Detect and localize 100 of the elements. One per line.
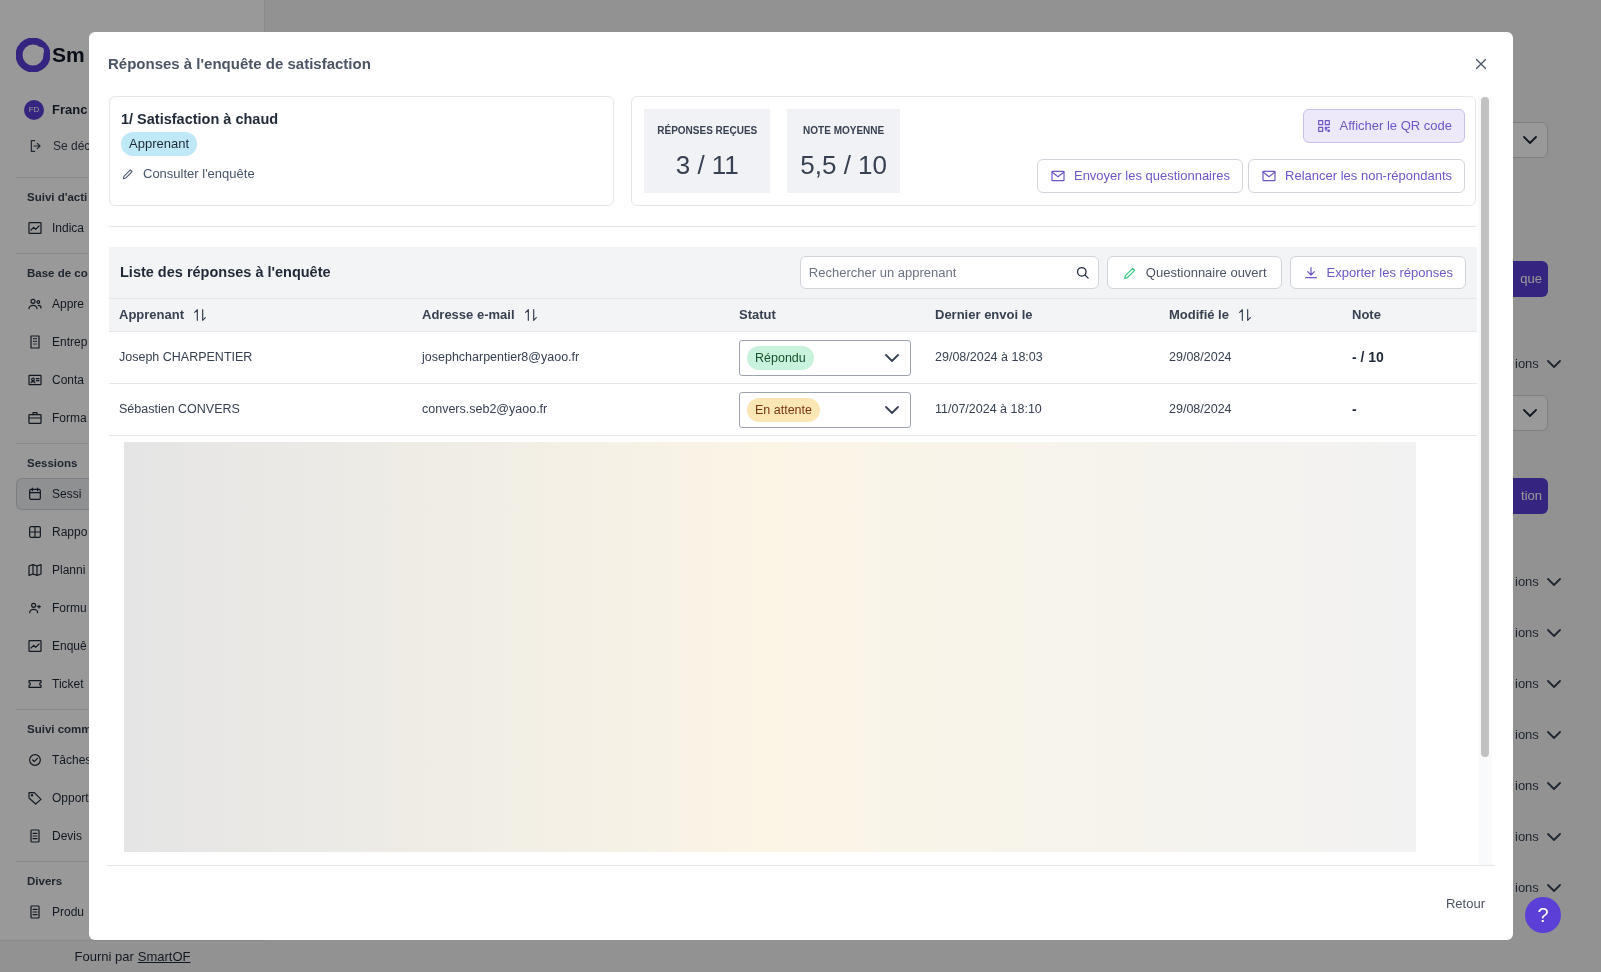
chevron-down-icon [1523,409,1537,417]
note-cell-text: - / 10 [1352,348,1385,367]
actions-menu[interactable]: ions [1515,570,1561,594]
sidebar-item[interactable]: Produ [16,896,89,928]
sidebar-item[interactable]: Conta [16,364,89,396]
back-button[interactable]: Retour [1445,894,1485,914]
sidebar-item[interactable]: Enquê [16,630,89,662]
list-title: Liste des réponses à l'enquête [120,262,331,282]
sort-icon [522,307,539,323]
mail-icon [1261,168,1278,184]
stat-value: 5,5 / 10 [800,149,887,182]
sort-icon [192,307,208,323]
search-field[interactable]: Rechercher un apprenant [799,256,1099,289]
chevron-down-icon [1546,731,1561,739]
footer-link[interactable]: SmartOF [137,946,191,967]
actions-menu[interactable]: ions [1515,621,1561,645]
chevron-down-icon [1546,833,1561,841]
user-plus-icon [27,600,43,616]
column-header: Note [1352,306,1381,325]
actions-menu[interactable]: ions [1515,876,1561,900]
chevron-down-icon [1523,136,1537,144]
column-header[interactable]: Apprenant [119,305,208,325]
status-badge: Répondu [747,345,814,370]
last-sent-cell-text: 11/07/2024 à 18:10 [935,401,1043,419]
chart-icon [27,220,43,236]
chart-icon [27,638,43,654]
email-action-button[interactable]: Relancer les non-répondants [1248,159,1465,193]
chevron-down-icon [1546,782,1561,790]
sort-icon [1236,307,1253,323]
sidebar-item[interactable]: Forma [16,402,89,434]
chevron-down-icon [1546,578,1561,586]
sidebar-item[interactable]: Entrep [16,326,89,358]
sidebar-item[interactable]: Devis [16,820,89,852]
chevron-down-icon [1546,629,1561,637]
export-button[interactable]: Exporter les réponses [1289,256,1466,289]
users-icon [27,296,43,312]
check-circle-icon [27,752,43,768]
actions-menu[interactable]: ions [1515,672,1561,696]
last-sent-cell-text: 29/08/2024 à 18:03 [935,349,1044,367]
grid-icon [27,524,43,540]
chevron-down-icon [1546,360,1561,368]
email-cell-text: convers.seb2@yaoo.fr [422,401,549,419]
logo-icon [16,38,50,72]
actions-menu[interactable]: ions [1515,825,1561,849]
download-icon [1302,264,1319,281]
sidebar-item[interactable]: Sessi [16,478,89,510]
note-cell-text: - [1352,400,1358,419]
tag-icon [27,790,43,806]
open-questionnaire-button[interactable]: Questionnaire ouvert [1106,256,1282,289]
sidebar-item[interactable]: Ticket [16,668,89,700]
modified-cell-text: 29/08/2024 [1169,401,1233,419]
status-select[interactable]: En attente [739,391,911,428]
email-cell-text: josephcharpentier8@yaoo.fr [422,349,581,367]
scrollbar[interactable] [1478,96,1492,865]
section-heading: Base de co [26,266,88,281]
sidebar-item[interactable]: Formu [16,592,89,624]
mail-icon [1049,168,1066,184]
actions-menu[interactable]: ions [1515,352,1561,376]
section-heading: Sessions [26,456,78,471]
calendar-icon [27,486,43,502]
document-icon [27,828,43,844]
sidebar-item[interactable]: Rappo [16,516,89,548]
building-icon [27,334,43,350]
stat-value: 3 / 11 [675,149,739,182]
chevron-down-icon [1546,680,1561,688]
sidebar-item[interactable]: Indica [16,212,89,244]
status-select[interactable]: Répondu [739,339,911,376]
status-badge: En attente [747,397,820,422]
column-header: Statut [739,306,776,325]
column-header[interactable]: Modifié le [1169,305,1253,325]
logout-link[interactable]: Se déc [28,136,91,156]
logo-text: Sm [52,42,85,69]
help-button[interactable]: ? [1525,897,1561,933]
email-action-button[interactable]: Envoyer les questionnaires [1036,159,1244,193]
stat-label: RÉPONSES REÇUES [657,123,758,138]
learner-name: Sébastien CONVERS [119,401,241,419]
document-icon [27,904,43,920]
view-survey-link[interactable]: Consulter l'enquête [121,164,255,184]
briefcase-icon [27,410,43,426]
sidebar-item[interactable]: Opport [16,782,89,814]
column-header[interactable]: Adresse e-mail [422,305,539,325]
chevron-down-icon [1546,884,1561,892]
pencil-icon [121,166,135,181]
learner-name: Joseph CHARPENTIER [119,349,254,367]
actions-menu[interactable]: ions [1515,774,1561,798]
sidebar-item[interactable]: Planni [16,554,89,586]
user-name: Franc [52,101,88,120]
qr-code-button[interactable]: Afficher le QR code [1302,109,1465,143]
survey-title: 1/ Satisfaction à chaud [121,110,279,129]
stat-label: NOTE MOYENNE [803,124,885,138]
sidebar-item[interactable]: Appre [16,288,89,320]
section-heading: Divers [26,874,63,889]
chevron-down-icon [885,405,899,414]
dialog-title: Réponses à l'enquête de satisfaction [108,53,371,74]
audience-badge: Apprenant [121,132,197,156]
actions-menu[interactable]: ions [1515,723,1561,747]
footer-text: Fourni par [74,947,134,966]
modified-cell-text: 29/08/2024 [1169,349,1233,367]
chevron-down-icon [885,353,899,362]
column-header: Dernier envoi le [935,306,1033,325]
